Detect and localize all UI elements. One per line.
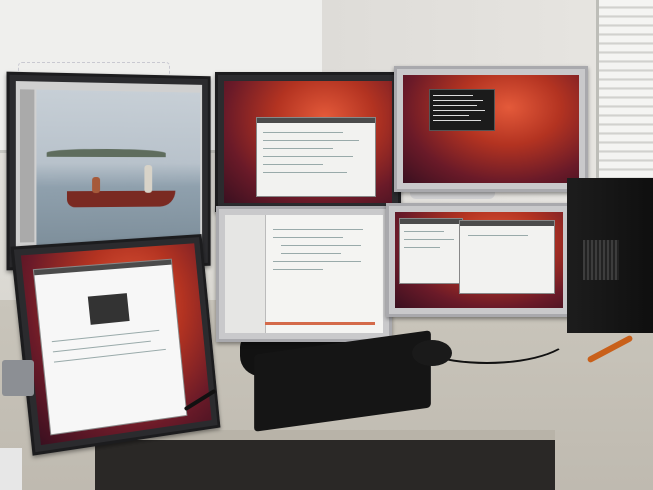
text-editor-window[interactable] xyxy=(256,117,376,197)
web-browser-window[interactable] xyxy=(32,258,188,436)
code-line xyxy=(273,237,343,238)
file-line xyxy=(404,247,440,248)
monitor-top-right xyxy=(394,66,588,192)
code-line xyxy=(273,229,363,230)
desk-underside xyxy=(95,440,555,490)
island-silhouette xyxy=(46,148,166,158)
file-window[interactable] xyxy=(399,218,463,284)
monitor-top-center xyxy=(215,72,401,212)
monitor-bottom-left xyxy=(10,234,221,456)
desk-scene xyxy=(0,0,653,490)
window-titlebar[interactable] xyxy=(400,219,462,224)
editor-sidebar xyxy=(225,215,266,333)
canoe xyxy=(66,190,176,208)
code-line xyxy=(281,245,361,246)
page-text xyxy=(52,340,151,353)
code-line xyxy=(273,269,323,270)
text-line xyxy=(263,132,343,133)
text-line xyxy=(263,172,347,173)
mouse-icon[interactable] xyxy=(412,340,452,366)
image-editor-window[interactable] xyxy=(15,81,203,261)
text-line xyxy=(263,140,359,141)
person-right xyxy=(144,165,153,193)
doc-line xyxy=(468,235,528,236)
pc-grill xyxy=(583,240,619,280)
file-line xyxy=(404,239,454,240)
terminal-window[interactable] xyxy=(429,89,495,131)
terminal-line xyxy=(433,115,469,116)
canoe-photo xyxy=(36,89,201,253)
terminal-line xyxy=(433,95,473,96)
code-line xyxy=(273,261,361,262)
window-titlebar[interactable] xyxy=(460,221,554,226)
code-line xyxy=(281,253,341,254)
window-blinds xyxy=(596,0,653,185)
page-text xyxy=(51,329,160,343)
desktop-wallpaper xyxy=(395,212,563,308)
paper-cup xyxy=(0,448,22,490)
text-line xyxy=(263,164,323,165)
text-line xyxy=(263,148,333,149)
desktop-wallpaper xyxy=(224,81,392,203)
desktop-wallpaper xyxy=(403,75,579,183)
file-line xyxy=(404,231,444,232)
person-left xyxy=(92,177,101,194)
page-text xyxy=(53,348,166,363)
browser-image xyxy=(87,293,130,325)
terminal-line xyxy=(433,100,483,101)
window-titlebar[interactable] xyxy=(33,259,172,276)
text-line xyxy=(263,156,353,157)
toolbox-panel xyxy=(19,89,35,243)
desktop-wallpaper xyxy=(20,243,212,446)
terminal-line xyxy=(433,110,485,111)
desk-clutter xyxy=(2,360,34,396)
document-window[interactable] xyxy=(459,220,555,294)
terminal-line xyxy=(433,120,481,121)
terminal-line xyxy=(433,105,477,106)
window-titlebar[interactable] xyxy=(257,118,375,123)
